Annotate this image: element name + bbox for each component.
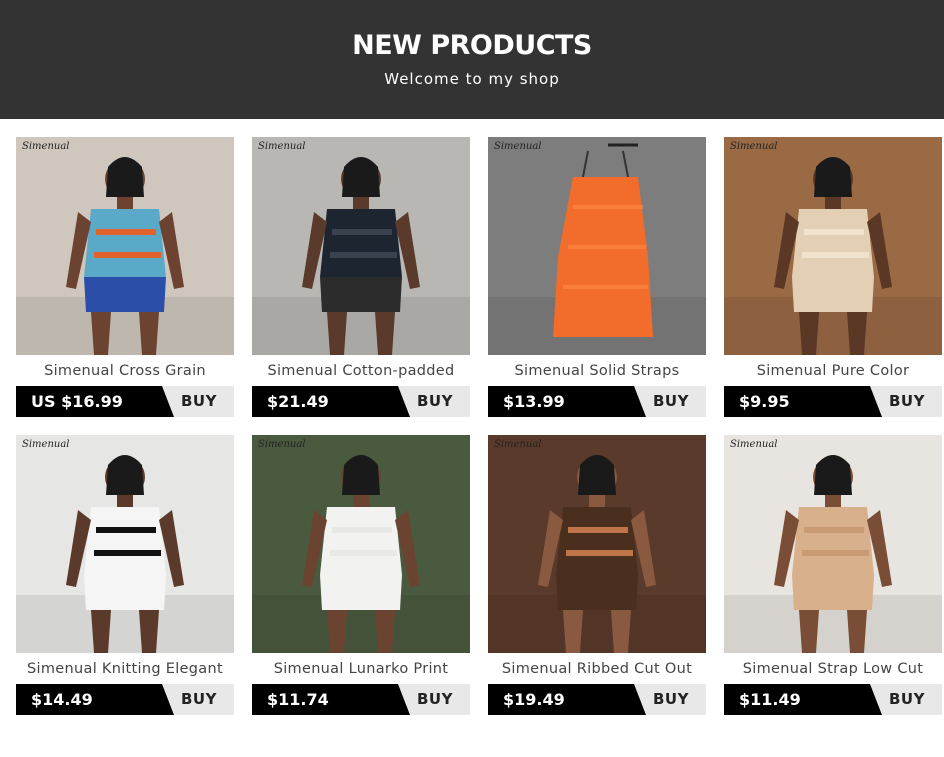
- buy-button[interactable]: BUY: [400, 386, 470, 417]
- price-bar: $14.49 BUY: [16, 684, 234, 715]
- product-name[interactable]: Simenual Lunarko Print: [252, 661, 470, 677]
- page-header: NEW PRODUCTS Welcome to my shop: [0, 0, 944, 119]
- product-name[interactable]: Simenual Knitting Elegant: [16, 661, 234, 677]
- buy-button[interactable]: BUY: [164, 684, 234, 715]
- product-image[interactable]: Simenual: [16, 137, 234, 355]
- product-card[interactable]: Simenual Simenual Lunarko Print $11.74 B…: [252, 435, 470, 715]
- buy-button[interactable]: BUY: [400, 684, 470, 715]
- brand-watermark: Simenual: [494, 141, 542, 152]
- product-image[interactable]: Simenual: [724, 137, 942, 355]
- price-bar: $21.49 BUY: [252, 386, 470, 417]
- page-title: NEW PRODUCTS: [352, 30, 592, 61]
- product-card[interactable]: Simenual Simenual Knitting Elegant $14.4…: [16, 435, 234, 715]
- product-image[interactable]: Simenual: [488, 137, 706, 355]
- brand-watermark: Simenual: [494, 439, 542, 450]
- buy-button[interactable]: BUY: [164, 386, 234, 417]
- brand-watermark: Simenual: [22, 439, 70, 450]
- product-price: $21.49: [252, 386, 410, 417]
- product-card[interactable]: Simenual Simenual Ribbed Cut Out $19.49 …: [488, 435, 706, 715]
- product-card[interactable]: Simenual Simenual Cotton-padded $21.49 B…: [252, 137, 470, 417]
- brand-watermark: Simenual: [730, 141, 778, 152]
- product-card[interactable]: Simenual Simenual Cross Grain US $16.99 …: [16, 137, 234, 417]
- product-price: $11.49: [724, 684, 882, 715]
- product-card[interactable]: Simenual Simenual Solid Straps $13.99 BU…: [488, 137, 706, 417]
- product-card[interactable]: Simenual Simenual Pure Color $9.95 BUY: [724, 137, 942, 417]
- buy-button[interactable]: BUY: [636, 684, 706, 715]
- price-bar: US $16.99 BUY: [16, 386, 234, 417]
- product-image[interactable]: Simenual: [252, 137, 470, 355]
- product-price: $19.49: [488, 684, 646, 715]
- product-card[interactable]: Simenual Simenual Strap Low Cut $11.49 B…: [724, 435, 942, 715]
- product-image[interactable]: Simenual: [252, 435, 470, 653]
- page-subtitle: Welcome to my shop: [384, 70, 560, 88]
- price-bar: $11.49 BUY: [724, 684, 942, 715]
- brand-watermark: Simenual: [258, 141, 306, 152]
- product-price: $14.49: [16, 684, 174, 715]
- price-bar: $19.49 BUY: [488, 684, 706, 715]
- product-price: $9.95: [724, 386, 882, 417]
- product-image[interactable]: Simenual: [724, 435, 942, 653]
- product-image[interactable]: Simenual: [488, 435, 706, 653]
- product-name[interactable]: Simenual Cotton-padded: [252, 363, 470, 379]
- brand-watermark: Simenual: [22, 141, 70, 152]
- buy-button[interactable]: BUY: [872, 684, 942, 715]
- product-price: US $16.99: [16, 386, 174, 417]
- price-bar: $9.95 BUY: [724, 386, 942, 417]
- product-name[interactable]: Simenual Pure Color: [724, 363, 942, 379]
- price-bar: $13.99 BUY: [488, 386, 706, 417]
- brand-watermark: Simenual: [730, 439, 778, 450]
- product-price: $13.99: [488, 386, 646, 417]
- product-name[interactable]: Simenual Strap Low Cut: [724, 661, 942, 677]
- buy-button[interactable]: BUY: [872, 386, 942, 417]
- product-name[interactable]: Simenual Solid Straps: [488, 363, 706, 379]
- product-name[interactable]: Simenual Cross Grain: [16, 363, 234, 379]
- brand-watermark: Simenual: [258, 439, 306, 450]
- buy-button[interactable]: BUY: [636, 386, 706, 417]
- price-bar: $11.74 BUY: [252, 684, 470, 715]
- product-image[interactable]: Simenual: [16, 435, 234, 653]
- product-price: $11.74: [252, 684, 410, 715]
- product-name[interactable]: Simenual Ribbed Cut Out: [488, 661, 706, 677]
